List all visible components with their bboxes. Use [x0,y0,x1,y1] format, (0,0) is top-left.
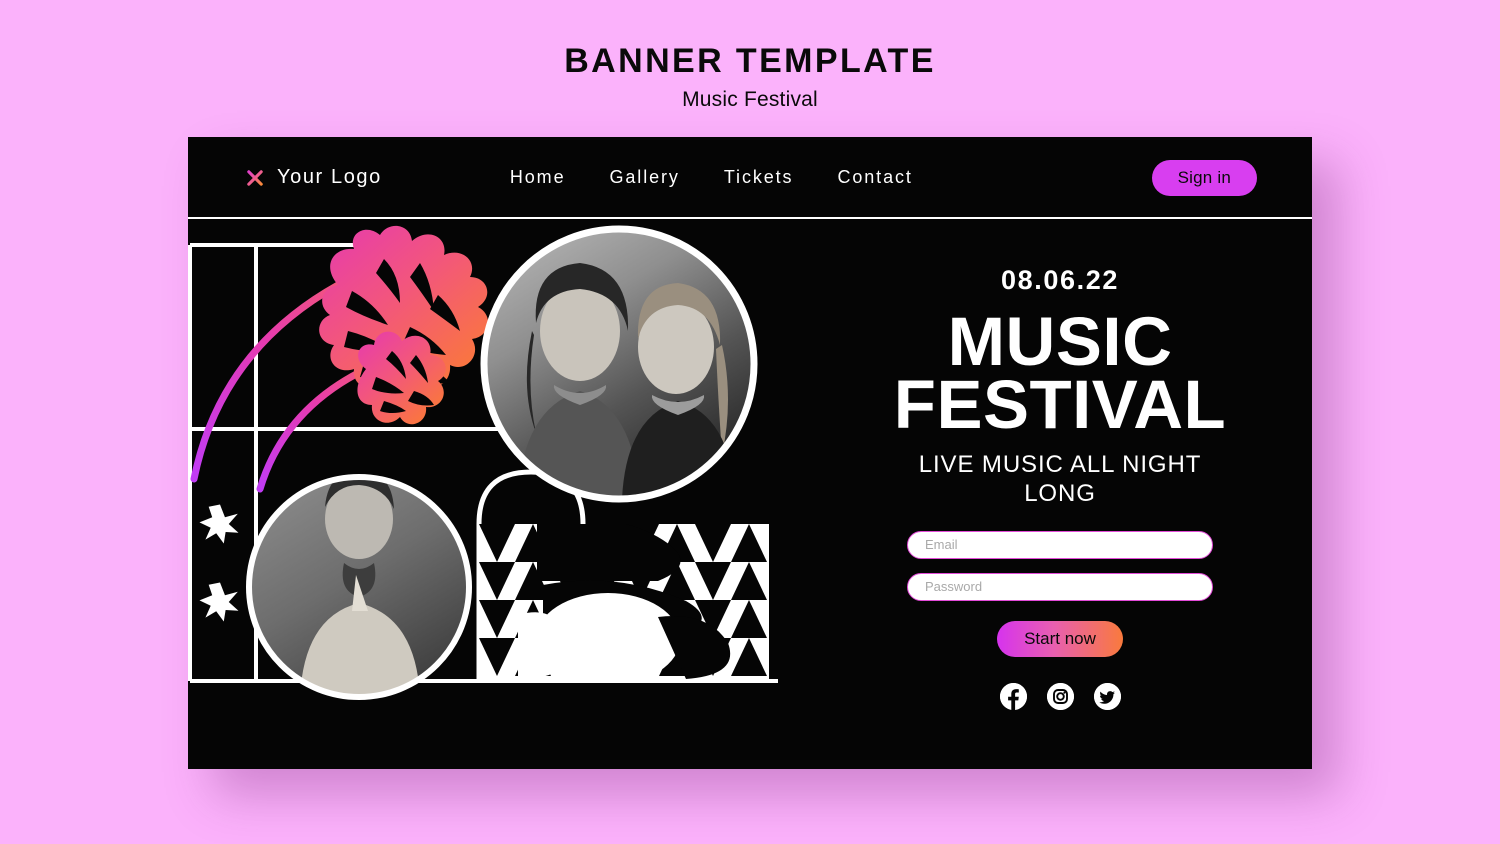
nav-item-contact[interactable]: Contact [837,167,912,188]
logo[interactable]: Your Logo [244,166,382,189]
banner-card: Your Logo Home Gallery Tickets Contact S… [188,137,1312,769]
signup-form: Start now [907,530,1213,657]
hero-title: MUSIC FESTIVAL [894,307,1226,439]
banner-body: 08.06.22 MUSIC FESTIVAL LIVE MUSIC ALL N… [188,219,1312,769]
nav-item-home[interactable]: Home [510,167,566,188]
collage-graphic [188,219,808,769]
email-input[interactable] [907,530,1213,559]
two-women-portrait-photo [480,225,758,503]
man-with-scarf-portrait-photo [246,474,472,700]
facebook-icon[interactable] [999,682,1027,710]
start-now-button[interactable]: Start now [997,620,1123,657]
password-input[interactable] [907,572,1213,601]
page-title: BANNER TEMPLATE [564,42,936,80]
hero-content: 08.06.22 MUSIC FESTIVAL LIVE MUSIC ALL N… [808,219,1312,769]
navbar: Your Logo Home Gallery Tickets Contact S… [188,137,1312,218]
nav-item-gallery[interactable]: Gallery [609,167,679,188]
nav-item-tickets[interactable]: Tickets [724,167,794,188]
sign-in-button[interactable]: Sign in [1151,159,1257,196]
triangle-pattern-block [479,524,769,682]
hero-title-line2: FESTIVAL [893,366,1227,444]
instagram-icon[interactable] [1046,682,1074,710]
star-lower [199,582,239,622]
hero-tagline: LIVE MUSIC ALL NIGHT LONG [918,450,1202,507]
asterisk-flower-icon [244,167,266,189]
event-date: 08.06.22 [1001,265,1119,295]
social-links [999,682,1121,710]
star-upper [199,504,239,544]
nav-links: Home Gallery Tickets Contact [510,167,913,188]
page-header: BANNER TEMPLATE Music Festival [0,0,1500,112]
page-subtitle: Music Festival [682,88,818,112]
twitter-icon[interactable] [1093,682,1121,710]
logo-text: Your Logo [277,166,382,188]
